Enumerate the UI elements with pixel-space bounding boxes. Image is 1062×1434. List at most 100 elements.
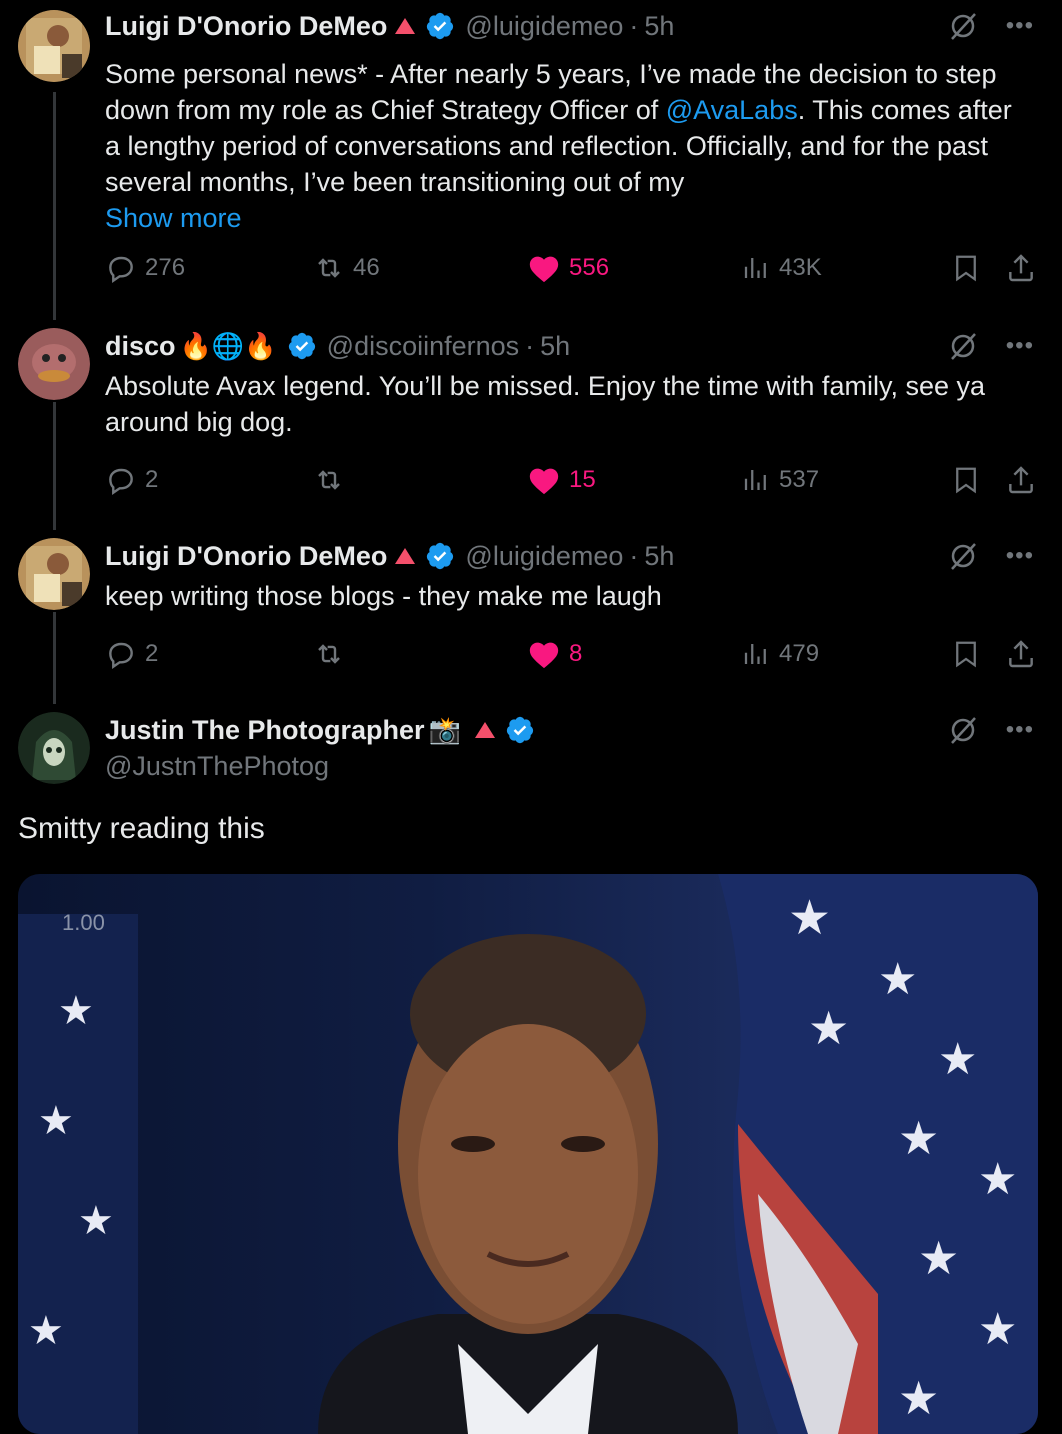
avatar[interactable] bbox=[18, 538, 90, 610]
svg-text:★: ★ bbox=[918, 1231, 959, 1285]
repost-icon bbox=[318, 470, 340, 490]
like-count: 15 bbox=[569, 466, 596, 493]
share-button[interactable] bbox=[1005, 462, 1037, 498]
reply-count: 276 bbox=[145, 254, 186, 281]
avatar[interactable] bbox=[18, 328, 90, 400]
svg-text:★: ★ bbox=[78, 1198, 114, 1244]
reply-icon bbox=[109, 256, 133, 283]
author-handle[interactable]: @JustnThePhotog bbox=[105, 748, 1034, 784]
reply-button[interactable]: 2 bbox=[105, 636, 158, 672]
repost-icon bbox=[318, 258, 340, 278]
repost-button[interactable]: 46 bbox=[313, 250, 380, 286]
bookmark-button[interactable] bbox=[951, 250, 981, 286]
name-emojis: 🔥🌐🔥 bbox=[179, 330, 277, 361]
show-more-link[interactable]: Show more bbox=[105, 200, 1034, 236]
views-count: 479 bbox=[779, 640, 820, 667]
svg-text:★: ★ bbox=[938, 1034, 977, 1085]
avatar[interactable] bbox=[18, 10, 90, 82]
separator-dot: · bbox=[629, 540, 639, 571]
like-button[interactable]: 15 bbox=[527, 462, 596, 498]
svg-text:★: ★ bbox=[898, 1371, 939, 1425]
author-name[interactable]: Luigi D'Onorio DeMeo bbox=[105, 11, 387, 42]
like-count: 8 bbox=[569, 640, 583, 667]
reply-icon bbox=[109, 642, 133, 669]
views-icon bbox=[744, 258, 766, 278]
mention-link[interactable]: @AvaLabs bbox=[666, 95, 798, 125]
views-count: 43K bbox=[779, 254, 822, 281]
author-handle[interactable]: @luigidemeo bbox=[465, 11, 623, 42]
name-emoji: 📸 bbox=[428, 714, 461, 745]
bookmark-icon bbox=[956, 641, 976, 668]
tweet[interactable]: Luigi D'Onorio DeMeo @luigidemeo · 5h ••… bbox=[0, 0, 1062, 310]
repost-count: 46 bbox=[353, 254, 380, 281]
verified-icon bbox=[427, 12, 454, 40]
author-name[interactable]: disco bbox=[105, 331, 176, 362]
avatar[interactable] bbox=[18, 712, 90, 784]
grok-icon[interactable] bbox=[948, 331, 978, 361]
like-button[interactable]: 8 bbox=[527, 636, 582, 672]
separator-dot: · bbox=[525, 330, 535, 361]
repost-button[interactable] bbox=[313, 462, 353, 498]
grok-icon[interactable] bbox=[948, 715, 978, 745]
reply-icon bbox=[109, 468, 133, 495]
tweet-text: keep writing those blogs - they make me … bbox=[105, 581, 662, 611]
svg-text:★: ★ bbox=[808, 1001, 849, 1055]
verified-icon bbox=[427, 542, 454, 570]
tweet-media-video[interactable]: ★ ★ ★ ★ ★ ★ ★ ★ ★ ★ ★ ★ ★ 1.00 bbox=[18, 874, 1038, 1434]
triangle-badge-icon bbox=[395, 18, 416, 34]
grok-icon[interactable] bbox=[948, 11, 978, 41]
timestamp[interactable]: 5h bbox=[540, 331, 570, 362]
more-icon[interactable]: ••• bbox=[1006, 12, 1034, 40]
bookmark-icon bbox=[956, 467, 976, 494]
tweet[interactable]: Luigi D'Onorio DeMeo @luigidemeo · 5h ••… bbox=[0, 530, 1062, 700]
views-count: 537 bbox=[779, 466, 820, 493]
views-button[interactable]: 479 bbox=[741, 636, 819, 672]
svg-text:★: ★ bbox=[28, 1308, 64, 1354]
share-icon bbox=[1009, 640, 1033, 668]
grok-icon[interactable] bbox=[948, 541, 978, 571]
bookmark-icon bbox=[956, 255, 976, 282]
reply-button[interactable]: 2 bbox=[105, 462, 158, 498]
more-icon[interactable]: ••• bbox=[1006, 716, 1034, 744]
triangle-badge-icon bbox=[395, 548, 416, 564]
reply-button[interactable]: 276 bbox=[105, 250, 185, 286]
views-icon bbox=[744, 470, 766, 490]
svg-text:★: ★ bbox=[878, 954, 917, 1005]
svg-text:★: ★ bbox=[978, 1154, 1017, 1205]
bookmark-button[interactable] bbox=[951, 462, 981, 498]
share-button[interactable] bbox=[1005, 636, 1037, 672]
author-name[interactable]: Luigi D'Onorio DeMeo bbox=[105, 541, 387, 572]
share-button[interactable] bbox=[1005, 250, 1037, 286]
action-bar: 2 8 479 bbox=[105, 636, 1038, 672]
timestamp[interactable]: 5h bbox=[644, 11, 674, 42]
tweet-text: Smitty reading this bbox=[18, 812, 265, 845]
svg-text:★: ★ bbox=[978, 1304, 1017, 1355]
verified-icon bbox=[288, 332, 315, 360]
more-icon[interactable]: ••• bbox=[1006, 332, 1034, 360]
tweet-text: Some personal news* - After nearly 5 yea… bbox=[105, 56, 1034, 200]
more-icon[interactable]: ••• bbox=[1006, 542, 1034, 570]
like-count: 556 bbox=[569, 254, 610, 281]
svg-text:★: ★ bbox=[788, 890, 831, 946]
like-button[interactable]: 556 bbox=[527, 250, 609, 286]
repost-icon bbox=[318, 644, 340, 664]
action-bar: 2 15 537 bbox=[105, 462, 1038, 498]
author-name[interactable]: Justin The Photographer bbox=[105, 715, 425, 746]
views-button[interactable]: 537 bbox=[741, 462, 819, 498]
tweet[interactable]: disco 🔥🌐🔥 @discoiinfernos · 5h ••• Absol… bbox=[0, 320, 1062, 520]
author-handle[interactable]: @luigidemeo bbox=[465, 541, 623, 572]
bookmark-button[interactable] bbox=[951, 636, 981, 672]
share-icon bbox=[1009, 254, 1033, 282]
reply-count: 2 bbox=[145, 640, 159, 667]
separator-dot: · bbox=[629, 10, 639, 41]
heart-icon bbox=[529, 256, 559, 283]
heart-icon bbox=[529, 642, 559, 669]
media-illustration: ★ ★ ★ ★ ★ ★ ★ ★ ★ ★ ★ ★ ★ bbox=[18, 874, 1038, 1434]
triangle-badge-icon bbox=[474, 722, 495, 738]
share-icon bbox=[1009, 466, 1033, 494]
repost-button[interactable] bbox=[313, 636, 353, 672]
views-button[interactable]: 43K bbox=[741, 250, 822, 286]
author-handle[interactable]: @discoiinfernos bbox=[327, 331, 520, 362]
timestamp[interactable]: 5h bbox=[644, 541, 674, 572]
playback-speed: 1.00 bbox=[62, 910, 105, 935]
